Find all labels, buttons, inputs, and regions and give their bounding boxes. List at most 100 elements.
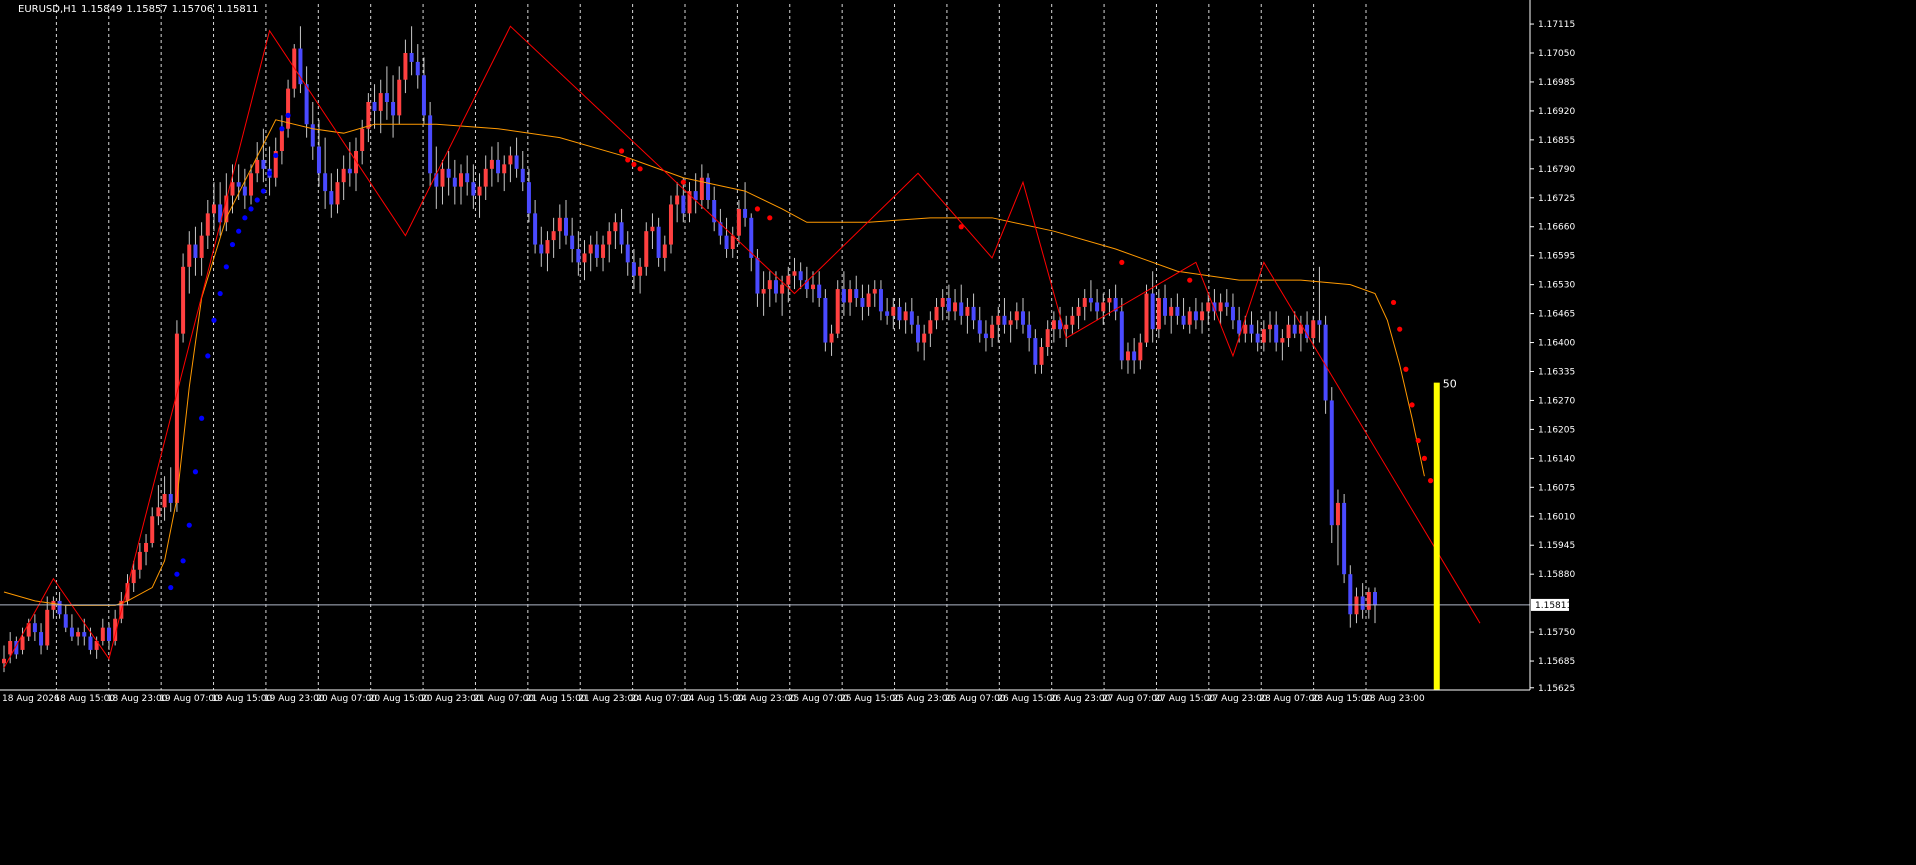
candle-body xyxy=(335,182,340,205)
candle-body xyxy=(588,244,593,254)
candle-body xyxy=(953,302,958,312)
price-chart[interactable]: 1.15811 50 18 Aug 202618 Aug 15:0018 Aug… xyxy=(0,0,1916,865)
candle-body xyxy=(780,284,785,294)
candle-body xyxy=(885,311,890,316)
candle-body xyxy=(39,632,44,646)
y-tick-label: 1.16140 xyxy=(1538,454,1575,464)
candle-body xyxy=(1193,311,1198,321)
candle-body xyxy=(100,627,105,641)
signal-dot-sell xyxy=(618,148,625,154)
candle-body xyxy=(378,93,383,111)
candle-body xyxy=(434,173,439,187)
candle-body xyxy=(465,173,470,183)
candle-body xyxy=(1107,298,1112,303)
open-value: 1.15849 xyxy=(81,4,123,15)
candle-body xyxy=(922,333,927,343)
candle-body xyxy=(1261,329,1266,343)
candle-body xyxy=(1329,400,1334,526)
candle-body xyxy=(872,289,877,294)
candle-body xyxy=(372,102,377,111)
y-tick-label: 1.16530 xyxy=(1538,281,1575,291)
candle-body xyxy=(940,298,945,307)
candle-body xyxy=(310,124,315,147)
candle-body xyxy=(137,551,142,570)
candle-body xyxy=(681,195,686,214)
candle-body xyxy=(150,516,155,543)
candle-body xyxy=(1311,320,1316,339)
candle-body xyxy=(131,569,136,584)
candle-body xyxy=(959,302,964,316)
candle-body xyxy=(792,271,797,276)
candle-body xyxy=(601,244,606,258)
candle-body xyxy=(761,289,766,294)
candle-body xyxy=(1132,351,1137,361)
candle-body xyxy=(928,320,933,334)
y-tick-label: 1.15945 xyxy=(1538,541,1575,551)
candle-body xyxy=(656,226,661,258)
candle-body xyxy=(638,266,643,276)
candle-body xyxy=(866,293,871,307)
candle-body xyxy=(1027,324,1032,339)
candle-body xyxy=(1348,574,1353,615)
candle-body xyxy=(1187,311,1192,325)
candle-body xyxy=(1366,592,1371,610)
candle-body xyxy=(526,182,531,214)
candle-body xyxy=(162,494,167,508)
candle-body xyxy=(706,177,711,200)
candle-body xyxy=(304,84,309,125)
signal-dot-buy xyxy=(211,317,217,323)
candle-body xyxy=(415,61,420,76)
candle-body xyxy=(1125,351,1130,361)
signal-dot-sell xyxy=(767,215,773,221)
signal-dot-buy xyxy=(236,228,242,234)
candle-body xyxy=(1230,306,1235,321)
candle-body xyxy=(1255,333,1260,343)
candle-body xyxy=(187,244,192,267)
candle-body xyxy=(323,173,328,192)
candle-body xyxy=(1163,298,1168,316)
candle-body xyxy=(366,102,371,129)
candle-body xyxy=(156,507,161,517)
candle-body xyxy=(508,155,513,165)
candle-body xyxy=(1181,315,1186,325)
candle-body xyxy=(1150,293,1155,330)
candle-body xyxy=(1033,338,1038,365)
candle-body xyxy=(811,284,816,290)
candle-body xyxy=(1268,324,1273,330)
candle-body xyxy=(897,306,902,321)
y-tick-label: 1.17115 xyxy=(1538,20,1575,30)
y-tick-label: 1.16400 xyxy=(1538,339,1575,349)
candle-body xyxy=(211,204,216,214)
candle-body xyxy=(1224,302,1229,307)
signal-dot-sell xyxy=(1409,402,1415,408)
chart-window[interactable]: 1.15811 50 18 Aug 2026 18 Aug 15:00 18 Aug… xyxy=(0,0,1916,865)
signal-dot-buy xyxy=(180,558,186,564)
y-tick-label: 1.16855 xyxy=(1538,136,1575,146)
candle-body xyxy=(316,146,321,174)
candle-body xyxy=(971,306,976,321)
signal-dot-sell xyxy=(1415,437,1421,444)
candle-body xyxy=(724,235,729,249)
candle-body xyxy=(1274,324,1279,343)
candle-body xyxy=(829,333,834,343)
candle-body xyxy=(730,235,735,249)
candle-body xyxy=(594,244,599,258)
signal-dot-buy xyxy=(260,188,266,194)
candle-body xyxy=(1200,311,1205,321)
candle-body xyxy=(743,208,748,218)
candle-body xyxy=(279,128,284,151)
candle-body xyxy=(409,53,414,62)
candle-body xyxy=(32,623,37,633)
candle-body xyxy=(557,217,562,232)
y-tick-label: 1.16725 xyxy=(1538,194,1575,204)
candle-body xyxy=(1064,324,1069,330)
candle-body xyxy=(199,235,204,258)
candle-body xyxy=(650,226,655,232)
signal-dot-buy xyxy=(254,197,260,203)
y-tick-label: 1.16335 xyxy=(1538,368,1575,378)
candle-body xyxy=(675,195,680,205)
candle-body xyxy=(539,244,544,254)
candle-body xyxy=(1317,320,1322,325)
candle-body xyxy=(817,284,822,298)
signal-dot-buy xyxy=(229,241,236,248)
